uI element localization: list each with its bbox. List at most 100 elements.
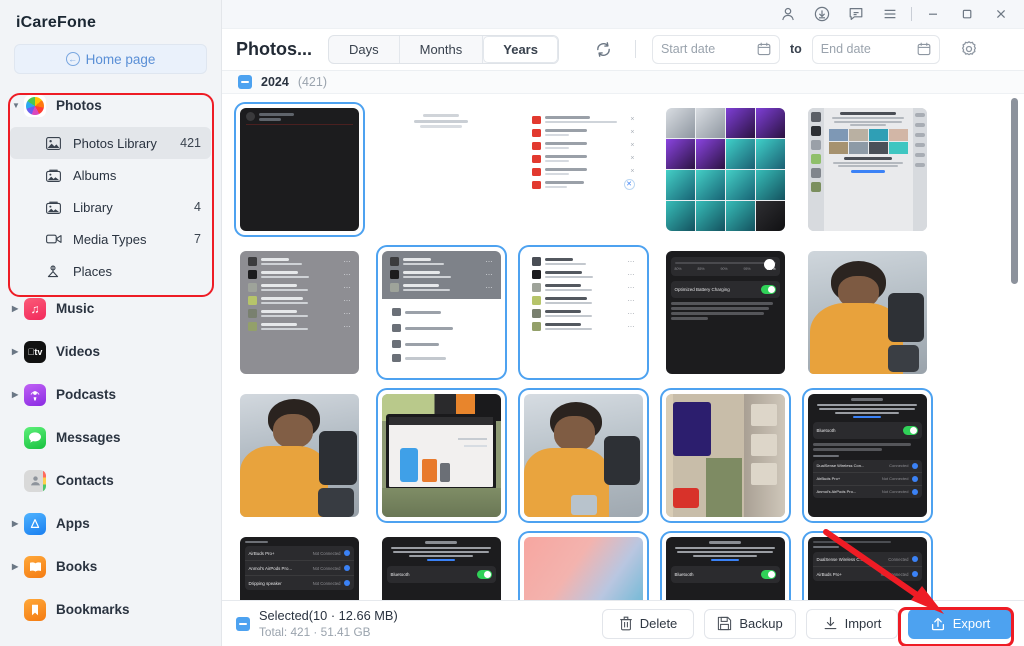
sidebar-item-photos[interactable]: Photos bbox=[0, 84, 221, 127]
sidebar-item-messages[interactable]: Messages bbox=[0, 416, 221, 459]
thumbnail-laptop[interactable] bbox=[378, 390, 505, 521]
year-group-header[interactable]: 2024 (421) bbox=[222, 71, 1024, 95]
photo-stack-icon bbox=[46, 137, 64, 150]
sidebar-item-bookmarks[interactable]: Bookmarks bbox=[0, 588, 221, 631]
sidebar-item-videos[interactable]: tv Videos bbox=[0, 330, 221, 373]
sidebar-item-albums[interactable]: Albums bbox=[10, 159, 211, 191]
thumbnail-image: Bluetooth bbox=[666, 537, 785, 600]
sidebar-item-contacts[interactable]: Contacts bbox=[0, 459, 221, 502]
thumbnail-files-dark[interactable]: ⋯ ⋯ ⋯ ⋯ ⋯ ⋯ bbox=[236, 247, 363, 378]
sidebar-item-places[interactable]: Places bbox=[10, 255, 211, 287]
grid-cell: Bluetooth DualSense Wireless Con...Conne bbox=[796, 384, 938, 527]
home-page-button[interactable]: ← Home page bbox=[14, 44, 207, 74]
download-icon[interactable] bbox=[805, 0, 839, 28]
end-date-input[interactable]: End date bbox=[812, 35, 940, 64]
export-button[interactable]: Export bbox=[908, 609, 1012, 639]
grid-cell bbox=[512, 384, 654, 527]
chevron-right-icon[interactable] bbox=[12, 563, 24, 571]
grid-cell bbox=[654, 384, 796, 527]
thumbnail-files-sheet[interactable]: ⋯ ⋯ ⋯ bbox=[378, 247, 505, 378]
tab-days[interactable]: Days bbox=[329, 36, 400, 63]
thumbnail-room[interactable] bbox=[662, 390, 789, 521]
thumbnail-photo-library[interactable] bbox=[804, 104, 931, 235]
import-label: Import bbox=[845, 616, 882, 631]
delete-button[interactable]: Delete bbox=[602, 609, 694, 639]
sidebar-label-music: Music bbox=[56, 301, 221, 316]
view-mode-tabs: Days Months Years bbox=[328, 35, 559, 64]
bookmark-icon bbox=[24, 599, 46, 621]
chevron-right-icon[interactable] bbox=[12, 348, 24, 356]
chevron-right-icon[interactable] bbox=[12, 305, 24, 313]
menu-icon[interactable] bbox=[873, 0, 907, 28]
thumbnail-portrait-b[interactable] bbox=[236, 390, 363, 521]
thumbnail-bluetooth-top[interactable]: Bluetooth bbox=[378, 533, 505, 600]
thumbnail-bt-devices[interactable]: AirBuds Pro+Not Connected Anmol's AirPod… bbox=[236, 533, 363, 600]
grid-cell bbox=[796, 241, 938, 384]
thumbnail-dark-post[interactable] bbox=[236, 104, 363, 235]
thumbnail-collage[interactable] bbox=[662, 104, 789, 235]
total-count-label: Total: 421 · 51.41 GB bbox=[259, 625, 398, 639]
sidebar-item-library[interactable]: Library 4 bbox=[10, 191, 211, 223]
close-button[interactable] bbox=[984, 0, 1018, 28]
thumbnail-image bbox=[524, 537, 643, 600]
year-count: (421) bbox=[298, 75, 327, 89]
grid-cell: Bluetooth bbox=[370, 527, 512, 600]
chevron-right-icon[interactable] bbox=[12, 520, 24, 528]
thumbnail-portrait-a[interactable] bbox=[804, 247, 931, 378]
thumbnail-image bbox=[808, 251, 927, 374]
end-date-value: End date bbox=[821, 42, 911, 56]
gear-icon[interactable] bbox=[954, 34, 984, 64]
sidebar-label-places: Places bbox=[73, 264, 201, 279]
thumbnail-portrait-c[interactable] bbox=[520, 390, 647, 521]
sidebar-item-podcasts[interactable]: Podcasts bbox=[0, 373, 221, 416]
feedback-icon[interactable] bbox=[839, 0, 873, 28]
messages-icon bbox=[24, 427, 46, 449]
sidebar-item-media-types[interactable]: Media Types 7 bbox=[10, 223, 211, 255]
thumbnail-bt-devices-2[interactable]: DualSense Wireless C...Connected AirBuds… bbox=[804, 533, 931, 600]
refresh-icon[interactable] bbox=[589, 34, 619, 64]
minimize-button[interactable] bbox=[916, 0, 950, 28]
scrollbar-track[interactable] bbox=[1014, 94, 1021, 600]
minus-icon[interactable] bbox=[238, 75, 252, 89]
thumbnail-files-light[interactable]: ⋯ ⋯ ⋯ ⋯ ⋯ ⋯ bbox=[520, 247, 647, 378]
sidebar-label-bookmarks: Bookmarks bbox=[56, 602, 221, 617]
thumbnail-bluetooth-top-2[interactable]: Bluetooth bbox=[662, 533, 789, 600]
sidebar-label-albums: Albums bbox=[73, 168, 201, 183]
icarefone-window: iCareFone ← Home page Photos Photos Libr… bbox=[0, 0, 1024, 646]
photo-grid: × × × × × ✕ bbox=[222, 94, 1024, 600]
save-icon bbox=[717, 616, 732, 631]
start-date-input[interactable]: Start date bbox=[652, 35, 780, 64]
sidebar-label-photos: Photos bbox=[56, 98, 221, 113]
grid-cell: Bluetooth bbox=[654, 527, 796, 600]
toolbar-divider bbox=[635, 40, 636, 58]
thumbnail-transfer-list[interactable]: × × × × × ✕ bbox=[520, 104, 647, 235]
sidebar-item-music[interactable]: ♫ Music bbox=[0, 287, 221, 330]
window-titlebar bbox=[222, 0, 1024, 29]
video-camera-icon bbox=[46, 233, 64, 245]
calendar-icon bbox=[917, 42, 931, 56]
sidebar-item-apps[interactable]: Apps bbox=[0, 502, 221, 545]
sidebar-count-photos-library: 421 bbox=[180, 136, 211, 150]
account-icon[interactable] bbox=[771, 0, 805, 28]
sidebar-item-photos-library[interactable]: Photos Library 421 bbox=[10, 127, 211, 159]
photo-grid-container: × × × × × ✕ bbox=[222, 94, 1024, 600]
backup-button[interactable]: Backup bbox=[704, 609, 796, 639]
tab-months[interactable]: Months bbox=[400, 36, 484, 63]
thumbnail-battery-settings[interactable]: 80%85%90%95%100% Optimized Battery Charg… bbox=[662, 247, 789, 378]
scrollbar-thumb[interactable] bbox=[1011, 98, 1018, 284]
thumbnail-white-blank[interactable] bbox=[378, 104, 505, 235]
maximize-button[interactable] bbox=[950, 0, 984, 28]
year-label: 2024 bbox=[261, 75, 289, 89]
sidebar-item-books[interactable]: Books bbox=[0, 545, 221, 588]
sidebar-label-photos-library: Photos Library bbox=[73, 136, 180, 151]
thumbnail-image bbox=[240, 108, 359, 231]
thumbnail-bluetooth-settings[interactable]: Bluetooth DualSense Wireless Con...Conne bbox=[804, 390, 931, 521]
import-button[interactable]: Import bbox=[806, 609, 898, 639]
thumbnail-wallpaper[interactable] bbox=[520, 533, 647, 600]
chevron-down-icon[interactable] bbox=[12, 102, 24, 110]
chevron-right-icon[interactable] bbox=[12, 391, 24, 399]
deselect-all-icon[interactable] bbox=[236, 617, 250, 631]
sidebar: iCareFone ← Home page Photos Photos Libr… bbox=[0, 0, 222, 646]
tab-years[interactable]: Years bbox=[483, 36, 558, 63]
thumbnail-image bbox=[240, 394, 359, 517]
